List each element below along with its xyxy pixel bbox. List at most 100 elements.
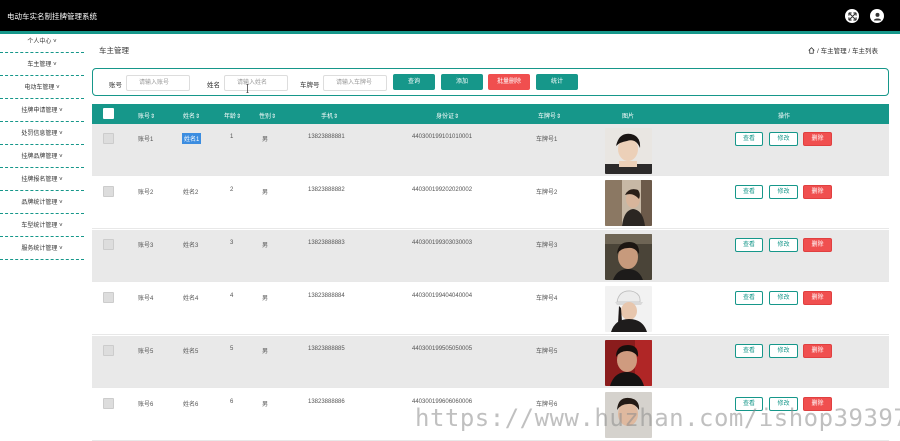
cell-plate: 车牌号5 (536, 349, 558, 355)
plate-label: 车牌号 (300, 82, 320, 89)
cell-gender: 男 (262, 137, 269, 143)
query-button[interactable]: 查询 (393, 74, 435, 90)
cell-account: 账号6 (138, 402, 154, 408)
cell-age: 2 (230, 187, 234, 193)
delete-button[interactable]: 删除 (803, 238, 832, 252)
col-account[interactable]: 账号⇕ (138, 111, 155, 120)
edit-button[interactable]: 修改 (769, 185, 798, 199)
delete-button[interactable]: 删除 (803, 185, 832, 199)
app-title: 电动车实名制挂牌管理系统 (7, 12, 97, 21)
sidebar-item-model-stats[interactable]: 车型统计管理 ˅ (0, 218, 84, 237)
view-button[interactable]: 查看 (735, 344, 763, 358)
cell-gender: 男 (262, 349, 269, 355)
cell-name: 姓名2 (183, 190, 199, 196)
col-age[interactable]: 年龄⇕ (224, 111, 241, 120)
edit-button[interactable]: 修改 (769, 132, 798, 146)
cell-phone: 13823888882 (308, 187, 345, 193)
cell-age: 6 (230, 399, 234, 405)
select-all-checkbox[interactable] (103, 108, 114, 119)
edit-button[interactable]: 修改 (769, 238, 798, 252)
cell-gender: 男 (262, 243, 269, 249)
sidebar-item-plate-brand[interactable]: 挂牌品牌管理 ˅ (0, 149, 84, 168)
account-label: 账号 (109, 82, 122, 89)
cell-account: 账号5 (138, 349, 154, 355)
fullscreen-icon[interactable] (845, 9, 859, 23)
row-checkbox[interactable] (103, 292, 114, 303)
user-icon[interactable] (870, 9, 884, 23)
home-icon[interactable] (808, 46, 815, 54)
view-button[interactable]: 查看 (735, 238, 763, 252)
cell-id-card: 440300199404040004 (412, 293, 473, 299)
cell-name: 姓名5 (183, 349, 199, 355)
name-label: 姓名 (207, 82, 220, 89)
row-checkbox[interactable] (103, 186, 114, 197)
watermark-text: https://www.huzhan.com/ishop39397 (415, 404, 900, 432)
cell-name: 姓名6 (183, 402, 199, 408)
add-button[interactable]: 添加 (441, 74, 483, 90)
cell-account: 账号1 (138, 137, 154, 143)
header-accent-strip (0, 31, 900, 34)
col-id-card[interactable]: 身份证⇕ (436, 111, 459, 120)
breadcrumb: / 车主管理 / 车主列表 (808, 45, 878, 55)
cell-age: 3 (230, 240, 234, 246)
table-row: 账号2 姓名2 2 男 13823888882 4403001992020200… (92, 177, 889, 229)
table-row: 账号5 姓名5 5 男 13823888885 4403001995050500… (92, 336, 889, 388)
view-button[interactable]: 查看 (735, 185, 763, 199)
cell-id-card: 440300199202020002 (412, 187, 473, 193)
edit-button[interactable]: 修改 (769, 291, 798, 305)
cell-gender: 男 (262, 296, 269, 302)
delete-button[interactable]: 删除 (803, 291, 832, 305)
sidebar-item-plate-application[interactable]: 挂牌申请管理 ˅ (0, 103, 84, 122)
account-search-input[interactable] (126, 75, 190, 91)
cell-plate: 车牌号3 (536, 243, 558, 249)
cell-age: 4 (230, 293, 234, 299)
batch-delete-button[interactable]: 批量删除 (488, 74, 530, 90)
col-phone[interactable]: 手机⇕ (321, 111, 338, 120)
name-search-input[interactable] (224, 75, 288, 91)
owner-photo (605, 128, 652, 174)
sidebar-item-owner-management[interactable]: 车主管理 ˅ (0, 57, 84, 76)
stats-button[interactable]: 统计 (536, 74, 578, 90)
cell-name: 姓名3 (183, 243, 199, 249)
cell-phone: 13823888886 (308, 399, 345, 405)
cell-name: 姓名1 (182, 133, 202, 144)
cell-age: 5 (230, 346, 234, 352)
cell-account: 账号2 (138, 190, 154, 196)
col-name[interactable]: 姓名⇕ (183, 111, 200, 120)
cell-plate: 车牌号2 (536, 190, 558, 196)
col-plate[interactable]: 车牌号⇕ (538, 111, 561, 120)
delete-button[interactable]: 删除 (803, 132, 832, 146)
row-checkbox[interactable] (103, 239, 114, 250)
sidebar-item-penalty-info[interactable]: 处罚信息管理 ˅ (0, 126, 84, 145)
cell-id-card: 440300199101010001 (412, 134, 473, 140)
cell-phone: 13823888883 (308, 240, 345, 246)
col-actions: 操作 (778, 114, 791, 120)
sidebar-item-ebike-management[interactable]: 电动车管理 ˅ (0, 80, 84, 99)
delete-button[interactable]: 删除 (803, 344, 832, 358)
view-button[interactable]: 查看 (735, 132, 763, 146)
cell-name: 姓名4 (183, 296, 199, 302)
view-button[interactable]: 查看 (735, 291, 763, 305)
col-gender[interactable]: 性别⇕ (259, 111, 276, 120)
cell-account: 账号4 (138, 296, 154, 302)
table-row: 账号1 姓名1 1 男 13823888881 4403001991010100… (92, 124, 889, 176)
row-checkbox[interactable] (103, 398, 114, 409)
text-cursor-icon (246, 84, 249, 93)
edit-button[interactable]: 修改 (769, 344, 798, 358)
cell-gender: 男 (262, 190, 269, 196)
table-row: 账号4 姓名4 4 男 13823888884 4403001994040400… (92, 283, 889, 335)
cell-gender: 男 (262, 402, 269, 408)
cell-plate: 车牌号1 (536, 137, 558, 143)
sidebar-item-plate-registration[interactable]: 挂牌报名管理 ˅ (0, 172, 84, 191)
search-panel: 账号 姓名 车牌号 查询 添加 批量删除 统计 (92, 68, 889, 96)
sidebar-item-brand-stats[interactable]: 品牌统计管理 ˅ (0, 195, 84, 214)
sidebar-item-service-stats[interactable]: 服务统计管理 ˅ (0, 241, 84, 260)
row-checkbox[interactable] (103, 133, 114, 144)
table-row: 账号3 姓名3 3 男 13823888883 4403001993030300… (92, 230, 889, 282)
owner-photo (605, 340, 652, 386)
breadcrumb-path[interactable]: / 车主管理 / 车主列表 (817, 45, 878, 55)
sidebar-item-personal-center[interactable]: 个人中心 ˅ (0, 34, 84, 53)
plate-search-input[interactable] (323, 75, 387, 91)
top-bar: 电动车实名制挂牌管理系统 (0, 0, 900, 31)
row-checkbox[interactable] (103, 345, 114, 356)
